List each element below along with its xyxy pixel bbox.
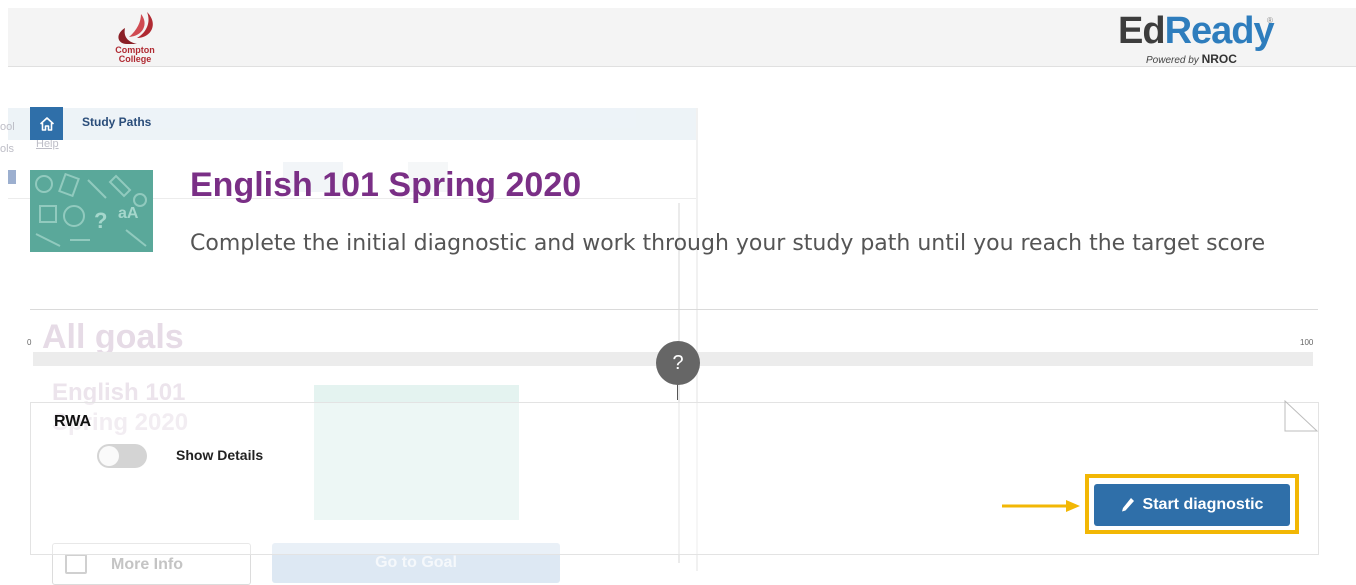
corner-fold-icon <box>1284 400 1318 432</box>
svg-text:aA: aA <box>118 205 139 222</box>
score-scale-min: 0 <box>27 338 32 347</box>
goal-thumbnail-pattern: ? aA <box>30 170 153 252</box>
home-icon <box>39 116 54 131</box>
info-card-icon <box>65 554 87 574</box>
goal-thumbnail: ? aA <box>30 170 153 252</box>
compton-logo-mark: Compton College <box>115 12 155 64</box>
svg-text:College: College <box>119 54 152 64</box>
goal-description: Complete the initial diagnostic and work… <box>190 231 1266 256</box>
background-menu-item: ool <box>0 121 15 133</box>
compton-college-logo[interactable]: Compton College <box>107 8 163 66</box>
help-button[interactable]: ? <box>656 341 700 385</box>
pencil-icon <box>1121 498 1134 512</box>
background-menu-item: ols <box>0 143 15 155</box>
start-diagnostic-button[interactable]: Start diagnostic <box>1094 484 1290 526</box>
svg-text:?: ? <box>94 208 107 233</box>
registered-mark: ® <box>1267 16 1273 25</box>
edready-logo[interactable]: EdReady ® Powered by NROC <box>1116 10 1276 66</box>
background-side-menu: ool ols <box>0 116 30 160</box>
start-diagnostic-label: Start diagnostic <box>1142 496 1264 513</box>
edready-wordmark: EdReady <box>1118 10 1275 52</box>
score-scale-max: 100 <box>1300 338 1314 347</box>
powered-by-nroc: Powered by NROC <box>1146 52 1237 66</box>
subject-name: RWA <box>54 413 92 430</box>
breadcrumb-study-paths[interactable]: Study Paths <box>82 115 151 129</box>
home-button[interactable] <box>30 107 63 140</box>
show-details-label: Show Details <box>176 447 264 463</box>
goal-title: English 101 Spring 2020 <box>190 166 582 204</box>
background-toolbar-marker <box>8 170 16 184</box>
pointer-arrow-icon <box>1002 500 1080 512</box>
show-details-toggle[interactable] <box>97 444 147 468</box>
top-bar: Compton College EdReady ® Powered by NRO… <box>8 8 1356 67</box>
section-divider <box>30 309 1318 310</box>
